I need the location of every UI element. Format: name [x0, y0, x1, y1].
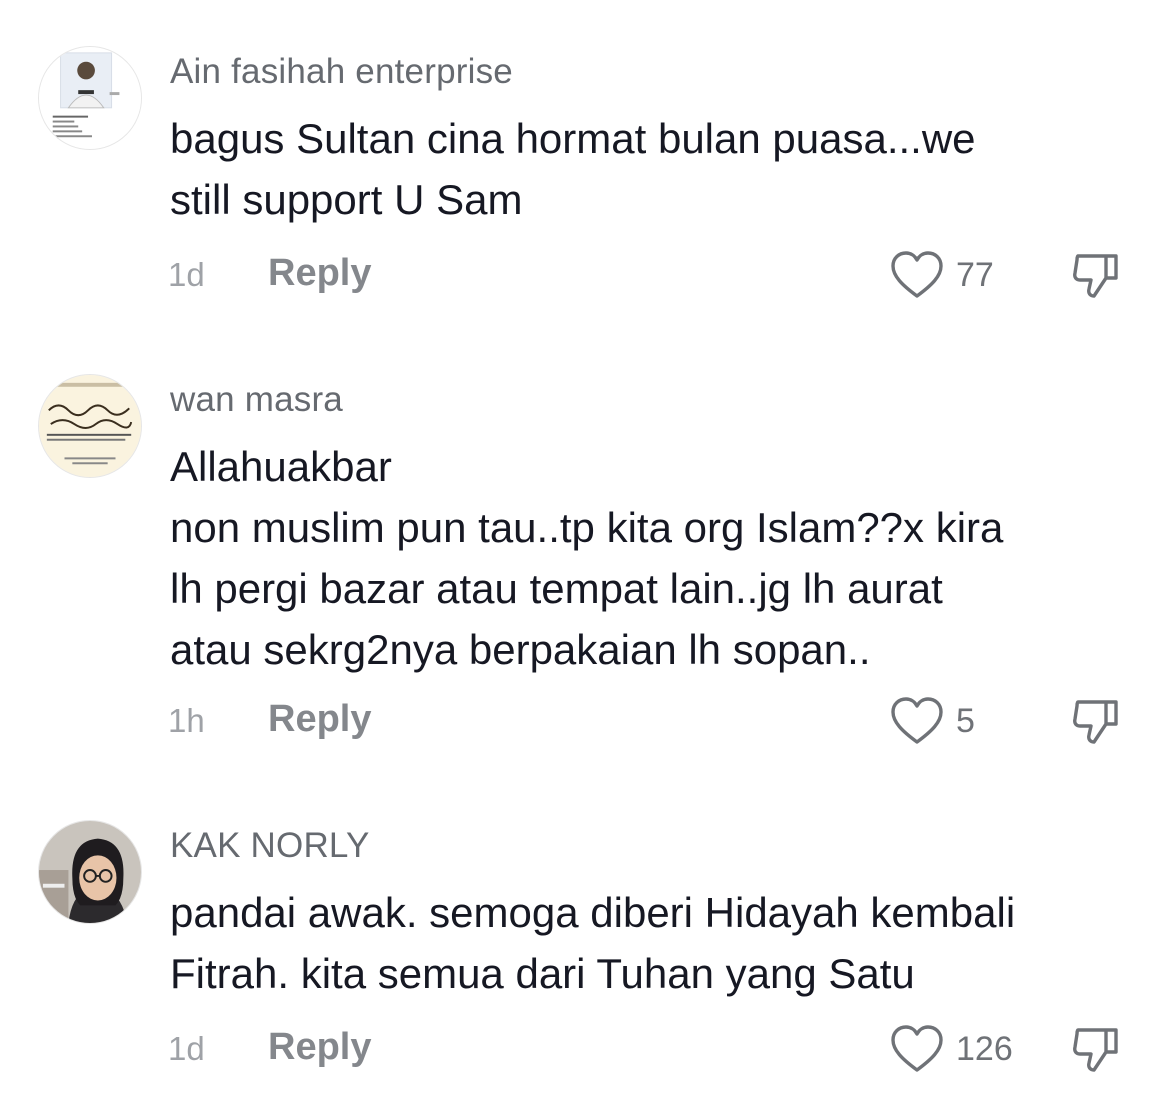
reply-button[interactable]: Reply [268, 698, 371, 741]
thumbs-down-icon[interactable] [1068, 694, 1126, 748]
comment-text: bagus Sultan cina hormat bulan puasa...w… [170, 115, 976, 223]
heart-outline-icon[interactable] [888, 248, 946, 302]
comment-actions: 1d Reply 126 [0, 1020, 1169, 1080]
like-count: 5 [956, 702, 975, 740]
comment-username[interactable]: Ain fasihah enterprise [170, 52, 513, 92]
like-count: 126 [956, 1030, 1013, 1068]
arabic-calligraphy-avatar-icon [39, 375, 141, 477]
thumbs-down-icon[interactable] [1068, 248, 1126, 302]
avatar[interactable] [38, 820, 142, 924]
profile-photo-avatar-icon [39, 821, 141, 923]
reply-button[interactable]: Reply [268, 252, 371, 295]
comment-actions: 1h Reply 5 [0, 692, 1169, 752]
comment-actions: 1d Reply 77 [0, 246, 1169, 306]
comment-text: Allahuakbar non muslim pun tau..tp kita … [170, 443, 1004, 673]
avatar[interactable] [38, 46, 142, 150]
id-card-avatar-icon [39, 47, 141, 149]
reply-button[interactable]: Reply [268, 1026, 371, 1069]
comment-timestamp: 1h [168, 702, 205, 739]
comment-timestamp: 1d [168, 256, 205, 293]
comment-timestamp: 1d [168, 1030, 205, 1067]
heart-outline-icon[interactable] [888, 694, 946, 748]
heart-outline-icon[interactable] [888, 1022, 946, 1076]
avatar[interactable] [38, 374, 142, 478]
thumbs-down-icon[interactable] [1068, 1022, 1126, 1076]
comment-username[interactable]: wan masra [170, 380, 343, 420]
comment-text: pandai awak. semoga diberi Hidayah kemba… [170, 889, 1016, 997]
comment-username[interactable]: KAK NORLY [170, 826, 370, 866]
like-count: 77 [956, 256, 994, 294]
